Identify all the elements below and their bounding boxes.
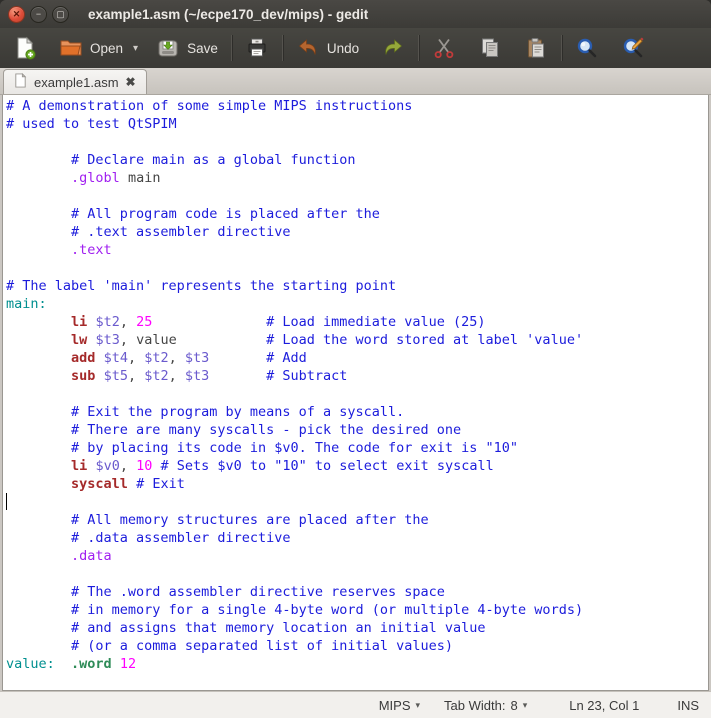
document-icon [13,73,28,91]
tab-width-label: Tab Width: [444,698,505,713]
toolbar-separator [231,35,232,61]
tab-example1-asm[interactable]: example1.asm ✖ [3,69,147,94]
toolbar-separator [418,35,419,61]
cursor-position: Ln 23, Col 1 [569,698,639,713]
search-replace-icon [621,36,645,60]
main-area: example1.asm ✖ # A demonstration of some… [0,68,711,718]
window-title: example1.asm (~/ecpe170_dev/mips) - gedi… [88,7,368,22]
tab-width-selector[interactable]: Tab Width: 8 ▾ [438,696,533,715]
open-folder-icon [59,36,83,60]
chevron-down-icon: ▾ [416,700,421,711]
code-line: # in memory for a single 4-byte word (or… [3,601,708,619]
toolbar: Open ▾ Save Undo [0,28,711,68]
cut-scissors-icon [432,36,456,60]
save-button[interactable]: Save [149,32,225,64]
save-button-label: Save [187,41,218,56]
code-line: .data [3,547,708,565]
tab-bar: example1.asm ✖ [0,68,711,95]
code-content: # A demonstration of some simple MIPS in… [3,97,708,673]
code-line [3,133,708,151]
code-line: .globl main [3,169,708,187]
search-icon [575,36,599,60]
window-close-icon: ✕ [13,10,21,19]
code-line: # The .word assembler directive reserves… [3,583,708,601]
tab-width-value: 8 [510,698,517,713]
undo-icon [296,36,320,60]
window-minimize-icon: − [36,10,41,19]
code-line: main: [3,295,708,313]
language-label: MIPS [379,698,411,713]
tab-label: example1.asm [34,75,119,90]
open-dropdown-button[interactable]: ▾ [130,39,141,58]
code-line: # and assigns that memory location an in… [3,619,708,637]
code-line [3,493,708,511]
redo-button[interactable] [374,32,412,64]
chevron-down-icon: ▾ [133,43,138,54]
search-button[interactable] [568,32,606,64]
code-line: # All memory structures are placed after… [3,511,708,529]
open-button[interactable]: Open [52,32,130,64]
cut-button[interactable] [425,32,463,64]
language-selector[interactable]: MIPS ▾ [373,696,426,715]
print-icon [245,36,269,60]
code-line: # (or a comma separated list of initial … [3,637,708,655]
code-line: sub $t5, $t2, $t3 # Subtract [3,367,708,385]
window-maximize-button[interactable]: ▢ [52,6,69,23]
code-line: # .text assembler directive [3,223,708,241]
code-line: # .data assembler directive [3,529,708,547]
code-line [3,187,708,205]
code-line: # The label 'main' represents the starti… [3,277,708,295]
code-line: .text [3,241,708,259]
text-editor[interactable]: # A demonstration of some simple MIPS in… [2,95,709,691]
print-button[interactable] [238,32,276,64]
tab-close-button[interactable]: ✖ [125,75,137,89]
new-document-icon [13,36,37,60]
code-line: # Declare main as a global function [3,151,708,169]
undo-button-label: Undo [327,41,359,56]
text-caret [6,493,7,510]
code-line: li $v0, 10 # Sets $v0 to "10" to select … [3,457,708,475]
code-line: # by placing its code in $v0. The code f… [3,439,708,457]
toolbar-separator [561,35,562,61]
paste-button[interactable] [517,32,555,64]
search-replace-button[interactable] [614,32,652,64]
code-line: # used to test QtSPIM [3,115,708,133]
input-mode-indicator: INS [677,698,699,713]
code-line: # Exit the program by means of a syscall… [3,403,708,421]
code-line: lw $t3, value # Load the word stored at … [3,331,708,349]
code-line: syscall # Exit [3,475,708,493]
code-line: # All program code is placed after the [3,205,708,223]
close-icon: ✖ [126,75,136,89]
chevron-down-icon: ▾ [523,700,528,711]
undo-button[interactable]: Undo [289,32,366,64]
redo-icon [381,36,405,60]
code-line: # A demonstration of some simple MIPS in… [3,97,708,115]
code-line: # There are many syscalls - pick the des… [3,421,708,439]
code-line: li $t2, 25 # Load immediate value (25) [3,313,708,331]
gedit-window: ✕ − ▢ example1.asm (~/ecpe170_dev/mips) … [0,0,711,718]
code-line [3,259,708,277]
code-line [3,565,708,583]
window-maximize-icon: ▢ [56,10,65,19]
new-document-button[interactable] [6,32,44,64]
status-bar: MIPS ▾ Tab Width: 8 ▾ Ln 23, Col 1 INS [0,691,711,718]
save-icon [156,36,180,60]
paste-clipboard-icon [524,36,548,60]
code-line [3,385,708,403]
code-line: value: .word 12 [3,655,708,673]
open-button-label: Open [90,41,123,56]
code-line: add $t4, $t2, $t3 # Add [3,349,708,367]
copy-pages-icon [478,36,502,60]
window-minimize-button[interactable]: − [30,6,47,23]
titlebar: ✕ − ▢ example1.asm (~/ecpe170_dev/mips) … [0,0,711,28]
copy-button[interactable] [471,32,509,64]
toolbar-separator [282,35,283,61]
window-close-button[interactable]: ✕ [8,6,25,23]
